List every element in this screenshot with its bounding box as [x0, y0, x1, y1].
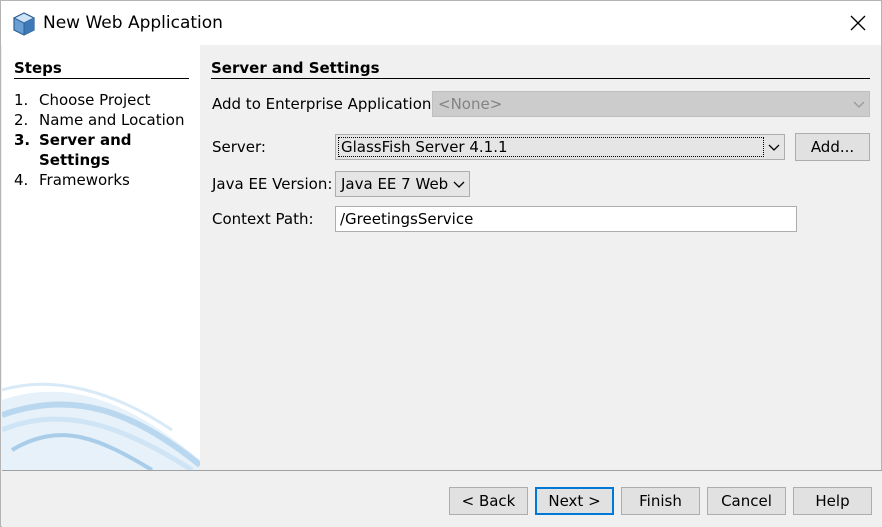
enterprise-application-select[interactable]: <None>: [432, 91, 870, 117]
javaee-version-value: Java EE 7 Web: [341, 175, 449, 193]
divider: [211, 78, 870, 79]
divider: [14, 78, 189, 79]
step-item-choose-project: 1. Choose Project: [14, 90, 194, 110]
step-label: Frameworks: [39, 171, 130, 189]
back-button[interactable]: < Back: [449, 487, 528, 515]
step-number: 3.: [14, 131, 31, 149]
close-icon: [850, 15, 866, 31]
step-label: Server and Settings: [39, 131, 132, 169]
help-button[interactable]: Help: [793, 487, 872, 515]
server-select[interactable]: GlassFish Server 4.1.1: [335, 134, 785, 160]
step-number: 1.: [14, 91, 29, 109]
context-path-label: Context Path:: [212, 210, 314, 228]
button-bar: < Back Next > Finish Cancel Help: [2, 471, 882, 527]
page-title: Server and Settings: [211, 59, 380, 77]
finish-button[interactable]: Finish: [621, 487, 700, 515]
step-label: Choose Project: [39, 91, 151, 109]
steps-heading: Steps: [14, 59, 62, 77]
main-panel: Server and Settings Add to Enterprise Ap…: [200, 45, 881, 470]
cancel-button[interactable]: Cancel: [707, 487, 786, 515]
steps-panel: Steps 1. Choose Project 2. Name and Loca…: [2, 45, 200, 470]
netbeans-cube-icon: [12, 12, 36, 36]
enterprise-value: <None>: [438, 95, 503, 113]
step-label: Name and Location: [39, 111, 185, 129]
title-bar: New Web Application: [1, 1, 881, 45]
chevron-down-icon: [453, 181, 465, 188]
chevron-down-icon: [768, 144, 780, 151]
step-item-frameworks: 4. Frameworks: [14, 170, 194, 190]
add-server-button[interactable]: Add...: [795, 133, 870, 161]
javaee-version-select[interactable]: Java EE 7 Web: [335, 171, 470, 197]
javaee-version-label: Java EE Version:: [212, 175, 333, 193]
next-button[interactable]: Next >: [535, 487, 614, 515]
step-item-server-settings: 3. Server and Settings: [14, 130, 194, 170]
dialog-window: New Web Application Steps 1. Choose Proj…: [0, 0, 882, 527]
step-item-name-location: 2. Name and Location: [14, 110, 194, 130]
chevron-down-icon: [853, 101, 865, 108]
server-label: Server:: [212, 138, 266, 156]
decorative-swoosh-image: [2, 382, 200, 470]
window-title: New Web Application: [43, 13, 223, 33]
enterprise-label: Add to Enterprise Application:: [212, 95, 437, 113]
server-value: GlassFish Server 4.1.1: [341, 138, 508, 156]
step-number: 4.: [14, 171, 29, 189]
close-button[interactable]: [835, 1, 881, 45]
context-path-input[interactable]: [336, 207, 796, 231]
steps-list: 1. Choose Project 2. Name and Location 3…: [14, 90, 194, 190]
step-number: 2.: [14, 111, 29, 129]
context-path-field[interactable]: [335, 206, 797, 232]
